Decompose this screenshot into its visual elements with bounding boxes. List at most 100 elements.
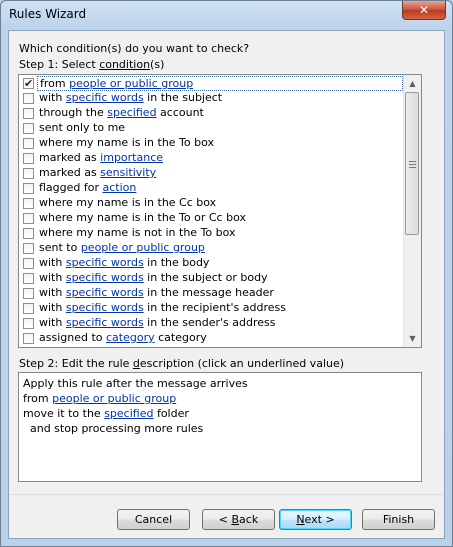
condition-checkbox[interactable]	[23, 333, 34, 344]
condition-row[interactable]: where my name is in the To box	[19, 136, 405, 151]
next-suffix: ext >	[304, 513, 335, 526]
condition-label: sent only to me	[37, 121, 403, 134]
condition-checkbox[interactable]	[23, 273, 34, 284]
rules-wizard-window: Rules Wizard ✕ Which condition(s) do you…	[0, 0, 453, 547]
condition-text: in the sender's address	[143, 316, 276, 329]
condition-text: in the recipient's address	[143, 301, 286, 314]
condition-checkbox[interactable]	[23, 198, 34, 209]
condition-value-link[interactable]: specified	[107, 106, 156, 119]
close-button[interactable]: ✕	[402, 1, 446, 20]
condition-checkbox[interactable]	[23, 108, 34, 119]
description-line: and stop processing more rules	[23, 422, 203, 435]
condition-row[interactable]: marked as importance	[19, 151, 405, 166]
condition-text: with	[39, 286, 66, 299]
question-label: Which condition(s) do you want to check?	[19, 42, 250, 55]
finish-button[interactable]: Finish	[362, 509, 435, 530]
condition-checkbox[interactable]	[23, 93, 34, 104]
condition-value-link[interactable]: importance	[100, 151, 163, 164]
conditions-scrollbar[interactable]: ▲ ▼	[403, 75, 421, 347]
condition-text: marked as	[39, 166, 101, 179]
next-button[interactable]: Next >	[279, 509, 352, 530]
condition-value-link[interactable]: sensitivity	[100, 166, 156, 179]
scrollbar-thumb[interactable]	[405, 92, 419, 235]
condition-label: assigned to category category	[37, 331, 403, 344]
condition-text: with	[39, 271, 66, 284]
condition-row[interactable]: sent to people or public group	[19, 241, 405, 256]
condition-checkbox[interactable]	[23, 243, 34, 254]
condition-checkbox[interactable]	[23, 138, 34, 149]
condition-checkbox[interactable]	[23, 258, 34, 269]
condition-text: account	[156, 106, 204, 119]
condition-value-link[interactable]: specific words	[66, 91, 144, 104]
rule-description-box[interactable]: Apply this rule after the message arrive…	[18, 372, 422, 482]
condition-checkbox[interactable]	[23, 288, 34, 299]
condition-row[interactable]: with specific words in the subject	[19, 91, 405, 106]
description-value-link[interactable]: specified	[104, 407, 153, 420]
condition-text: where my name is in the To or Cc box	[39, 211, 246, 224]
condition-text: where my name is in the Cc box	[39, 196, 217, 209]
condition-value-link[interactable]: category	[106, 331, 155, 344]
condition-row[interactable]: with specific words in the recipient's a…	[19, 301, 405, 316]
grip-line	[409, 167, 416, 168]
step1-prefix: Step 1: Select	[19, 58, 100, 71]
step1-label: Step 1: Select condition(s)	[19, 58, 164, 71]
condition-text: with	[39, 256, 66, 269]
condition-label: where my name is in the Cc box	[37, 196, 403, 209]
footer-divider	[10, 494, 443, 495]
condition-row[interactable]: sent only to me	[19, 121, 405, 136]
condition-label: where my name is in the To box	[37, 136, 403, 149]
description-line: Apply this rule after the message arrive…	[23, 377, 248, 390]
condition-value-link[interactable]: action	[103, 181, 137, 194]
condition-row[interactable]: flagged for action	[19, 181, 405, 196]
description-value-link[interactable]: people or public group	[52, 392, 176, 405]
condition-checkbox[interactable]	[23, 76, 34, 91]
condition-checkbox[interactable]	[23, 303, 34, 314]
condition-row[interactable]: with specific words in the message heade…	[19, 286, 405, 301]
condition-value-link[interactable]: people or public group	[81, 241, 205, 254]
condition-checkbox[interactable]	[23, 183, 34, 194]
close-icon: ✕	[418, 3, 430, 17]
condition-row[interactable]: where my name is in the Cc box	[19, 196, 405, 211]
step2-suffix: escription (click an underlined value)	[139, 357, 345, 370]
scroll-up-arrow-icon[interactable]: ▲	[404, 75, 421, 92]
condition-checkbox[interactable]	[23, 123, 34, 134]
condition-value-link[interactable]: specific words	[66, 301, 144, 314]
description-line: move it to the specified folder	[23, 407, 189, 420]
condition-text: through the	[39, 106, 108, 119]
condition-row[interactable]: through the specified account	[19, 106, 405, 121]
title-bar[interactable]: Rules Wizard ✕	[1, 1, 452, 31]
condition-row[interactable]: where my name is in the To or Cc box	[19, 211, 405, 226]
description-text: Apply this rule after the message arrive…	[23, 377, 248, 390]
condition-label: with specific words in the subject	[37, 91, 403, 104]
condition-checkbox[interactable]	[23, 213, 34, 224]
condition-value-link[interactable]: people or public group	[69, 77, 193, 90]
condition-checkbox[interactable]	[23, 318, 34, 329]
condition-text: in the body	[143, 256, 210, 269]
condition-row[interactable]: with specific words in the body	[19, 256, 405, 271]
condition-value-link[interactable]: specific words	[66, 256, 144, 269]
condition-value-link[interactable]: specific words	[66, 271, 144, 284]
condition-row[interactable]: marked as sensitivity	[19, 166, 405, 181]
cancel-button[interactable]: Cancel	[117, 509, 190, 530]
condition-checkbox[interactable]	[23, 168, 34, 179]
condition-label: with specific words in the sender's addr…	[37, 316, 403, 329]
step2-prefix: Step 2: Edit the rule	[19, 357, 133, 370]
condition-text: where my name is in the To box	[39, 136, 215, 149]
condition-checkbox[interactable]	[23, 153, 34, 164]
condition-text: where my name is not in the To box	[39, 226, 236, 239]
condition-row[interactable]: assigned to category category	[19, 331, 405, 346]
condition-row[interactable]: from people or public group	[19, 76, 405, 91]
condition-value-link[interactable]: specific words	[66, 316, 144, 329]
step2-underlined: d	[132, 357, 140, 370]
back-button[interactable]: < Back	[202, 509, 275, 530]
condition-row[interactable]: where my name is not in the To box	[19, 226, 405, 241]
conditions-listbox[interactable]: from people or public groupwith specific…	[18, 74, 422, 348]
step2-label: Step 2: Edit the rule description (click…	[19, 357, 344, 370]
condition-row[interactable]: with specific words in the subject or bo…	[19, 271, 405, 286]
scroll-down-arrow-icon[interactable]: ▼	[404, 330, 421, 347]
condition-text: sent only to me	[39, 121, 126, 134]
condition-row[interactable]: with specific words in the sender's addr…	[19, 316, 405, 331]
dialog-client: Which condition(s) do you want to check?…	[8, 30, 445, 539]
condition-checkbox[interactable]	[23, 228, 34, 239]
condition-value-link[interactable]: specific words	[66, 286, 144, 299]
